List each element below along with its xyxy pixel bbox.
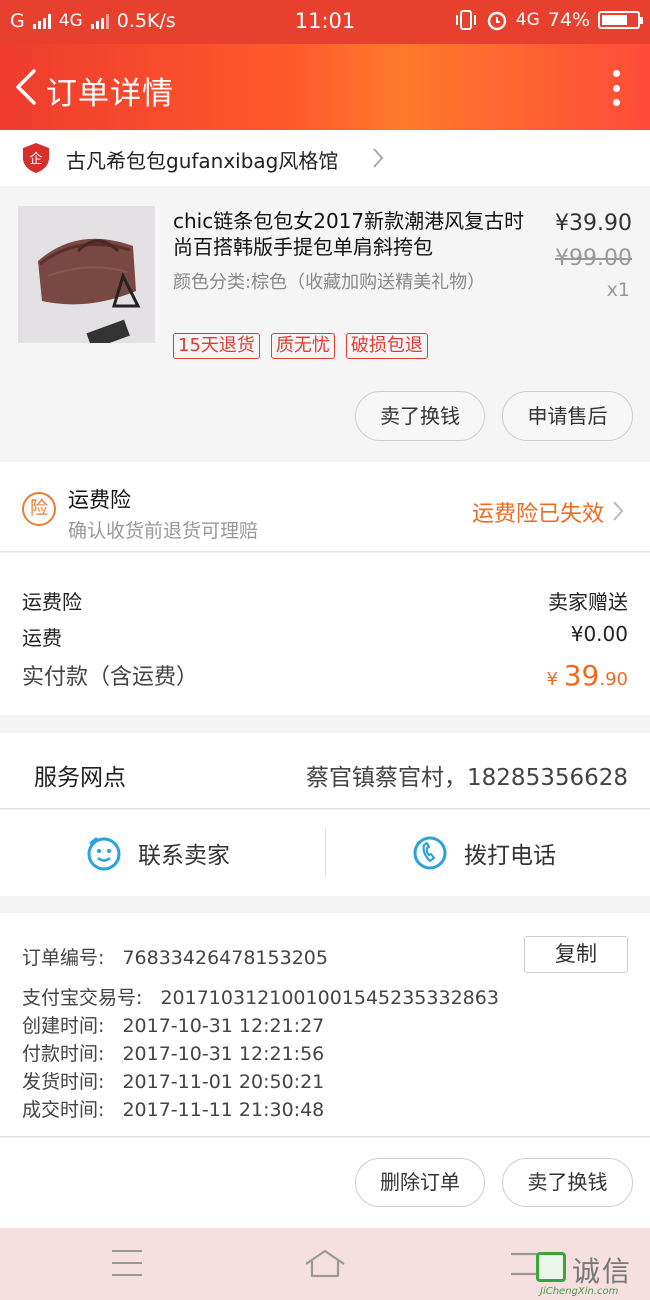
delete-order-button[interactable]: 删除订单 (355, 1158, 485, 1207)
shipping-cost-row: 运费 ¥0.00 (22, 622, 628, 651)
shipping-cost-value: ¥0.00 (570, 622, 628, 646)
shipped-time-label: 发货时间: (22, 1071, 105, 1093)
network-label-right: 4G (515, 10, 540, 30)
watermark-logo-icon (536, 1252, 566, 1282)
paid-time-value: 2017-10-31 12:21:56 (122, 1043, 325, 1065)
order-actions: 删除订单 卖了换钱 (0, 1138, 650, 1228)
battery-percent: 74% (547, 9, 590, 31)
after-sale-button[interactable]: 申请售后 (502, 391, 633, 441)
shipping-insurance-row[interactable]: 险 运费险 确认收货前退货可理赔 运费险已失效 (0, 462, 650, 552)
service-tags: 15天退货 质无忧 破损包退 (173, 333, 428, 359)
sell-for-cash-button-bottom[interactable]: 卖了换钱 (502, 1158, 633, 1207)
service-point-row: 服务网点 蔡官镇蔡官村，18285356628 (0, 733, 650, 809)
vibrate-icon (455, 10, 476, 30)
product-image[interactable] (18, 206, 155, 343)
more-menu-icon[interactable] (612, 70, 620, 106)
product-sku: 颜色分类:棕色（收藏加购送精美礼物） (173, 272, 486, 293)
tag-damage: 破损包退 (345, 333, 428, 359)
insurance-icon: 险 (22, 492, 56, 526)
paid-amount-value: ¥ 39.90 (546, 659, 628, 692)
menu-icon[interactable] (112, 1250, 142, 1276)
contact-divider (325, 828, 326, 878)
shipping-cost-label: 运费 (22, 626, 62, 650)
done-time-line: 成交时间: 2017-11-11 21:30:48 (22, 1095, 324, 1122)
chevron-right-icon (373, 148, 384, 168)
alipay-number-label: 支付宝交易号: (22, 987, 143, 1009)
created-time-line: 创建时间: 2017-10-31 12:21:27 (22, 1011, 324, 1038)
paid-time-label: 付款时间: (22, 1043, 105, 1065)
service-point-value: 蔡官镇蔡官村，18285356628 (306, 765, 628, 791)
insurance-cost-row: 运费险 卖家赠送 (22, 586, 628, 615)
done-time-label: 成交时间: (22, 1099, 105, 1121)
paid-amount-label: 实付款（含运费） (22, 665, 199, 690)
product-card[interactable]: chic链条包包女2017新款潮港风复古时尚百搭韩版手提包单肩斜挎包 颜色分类:… (0, 193, 650, 460)
store-name: 古凡希包包gufanxibag风格馆 (66, 149, 339, 173)
contact-seller-label: 联系卖家 (138, 843, 230, 869)
call-phone-button[interactable]: 拨打电话 (412, 810, 556, 896)
insurance-cost-label: 运费险 (22, 590, 82, 614)
chat-face-icon (87, 837, 121, 871)
created-time-value: 2017-10-31 12:21:27 (122, 1015, 325, 1037)
app-header: 订单详情 (0, 44, 650, 130)
store-row[interactable]: 企 古凡希包包gufanxibag风格馆 (0, 130, 650, 186)
contact-seller-button[interactable]: 联系卖家 (86, 810, 230, 896)
watermark-url: JiChengXin.com (540, 1286, 619, 1297)
insurance-cost-value: 卖家赠送 (548, 590, 628, 614)
battery-icon (598, 11, 643, 29)
product-price: ¥39.90 (555, 211, 632, 236)
product-name[interactable]: chic链条包包女2017新款潮港风复古时尚百搭韩版手提包单肩斜挎包 (173, 208, 528, 260)
order-number-line: 订单编号: 76833426478153205 (22, 943, 328, 970)
tag-quality: 质无忧 (270, 333, 335, 359)
done-time-value: 2017-11-11 21:30:48 (122, 1099, 325, 1121)
status-bar: G 4G 0.5K/s 11:01 4G 74% (0, 0, 650, 44)
order-info: 订单编号: 76833426478153205 复制 支付宝交易号: 20171… (0, 913, 650, 1137)
created-time-label: 创建时间: (22, 1015, 105, 1037)
cost-summary: 运费险 卖家赠送 运费 ¥0.00 实付款（含运费） ¥ 39.90 (0, 553, 650, 715)
sell-for-cash-button[interactable]: 卖了换钱 (355, 391, 485, 441)
insurance-status: 运费险已失效 (471, 502, 604, 527)
svg-text:企: 企 (29, 151, 42, 167)
shipped-time-line: 发货时间: 2017-11-01 20:50:21 (22, 1067, 324, 1094)
store-shield-icon: 企 (23, 143, 49, 173)
home-icon[interactable] (303, 1248, 347, 1280)
contact-row: 联系卖家 拨打电话 (0, 810, 650, 896)
insurance-title: 运费险 (68, 488, 131, 512)
phone-icon (413, 836, 447, 870)
service-point-label: 服务网点 (34, 765, 126, 791)
paid-amount-row: 实付款（含运费） ¥ 39.90 (22, 659, 628, 692)
back-arrow-icon[interactable] (12, 69, 42, 105)
alipay-number-line: 支付宝交易号: 2017103121001001545235332863 (22, 983, 499, 1010)
page-title: 订单详情 (46, 76, 174, 112)
product-original-price: ¥99.00 (555, 246, 632, 271)
shipped-time-value: 2017-11-01 20:50:21 (122, 1071, 325, 1093)
product-quantity: x1 (606, 279, 630, 301)
copy-button[interactable]: 复制 (524, 936, 628, 973)
alipay-number-value: 2017103121001001545235332863 (160, 987, 499, 1009)
alarm-icon (487, 11, 506, 31)
order-number-value: 76833426478153205 (122, 947, 328, 969)
chevron-right-icon (613, 501, 624, 521)
watermark-text: 诚信 (572, 1255, 633, 1288)
call-phone-label: 拨打电话 (464, 843, 556, 869)
insurance-subtitle: 确认收货前退货可理赔 (68, 520, 259, 542)
paid-time-line: 付款时间: 2017-10-31 12:21:56 (22, 1039, 324, 1066)
order-number-label: 订单编号: (22, 947, 105, 969)
site-watermark: 诚信 JiChengXin.com (536, 1250, 650, 1300)
tag-return: 15天退货 (173, 333, 260, 359)
